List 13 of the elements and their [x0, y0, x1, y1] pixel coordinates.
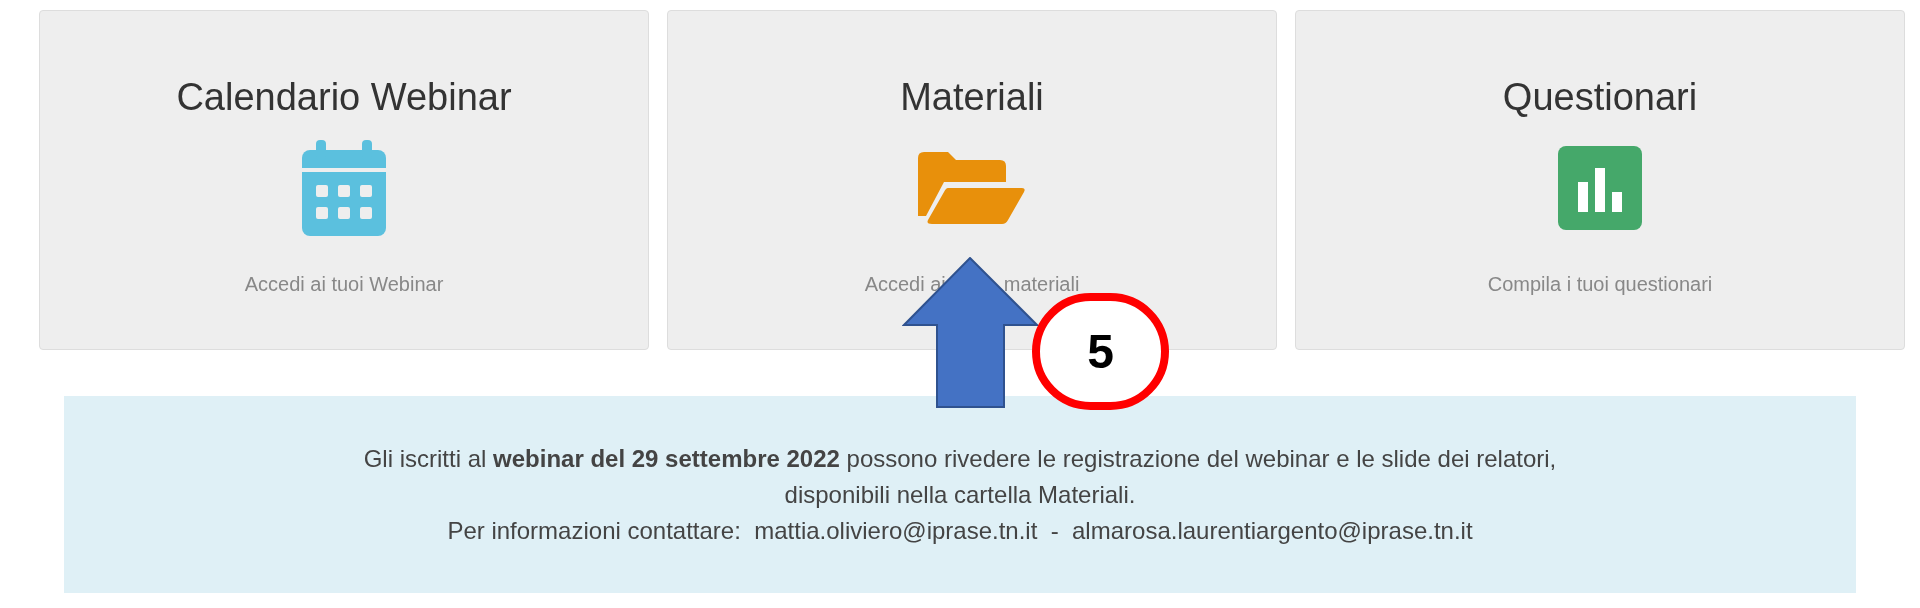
info-text: Per informazioni contattare: mattia.oliviero@iprase.tn.it - almarosa.laurentiargento@iprase.tn.it — [447, 515, 1473, 546]
menu-card[interactable]: Questionari Compila i tuoi questionari — [1295, 10, 1905, 350]
bar-chart-icon — [1558, 146, 1642, 230]
menu-card[interactable]: Calendario Webinar Accedi ai tuoi Webinar — [39, 10, 649, 350]
info-text: Gli iscritti al webinar del 29 settembre 2022 possono rivedere le registrazione del webinar e le slide dei relatori, — [363, 443, 1557, 474]
card-title: Calendario Webinar — [176, 75, 512, 119]
card-title: Materiali — [900, 75, 1044, 119]
card-subtitle: Compila i tuoi questionari — [1487, 272, 1713, 297]
info-text: disponibili nella cartella Materiali. — [784, 479, 1136, 510]
card-title: Questionari — [1502, 75, 1698, 119]
calendar-icon — [302, 140, 386, 236]
card-subtitle: Accedi ai tuoi Webinar — [244, 272, 444, 297]
folder-icon — [918, 152, 1026, 224]
